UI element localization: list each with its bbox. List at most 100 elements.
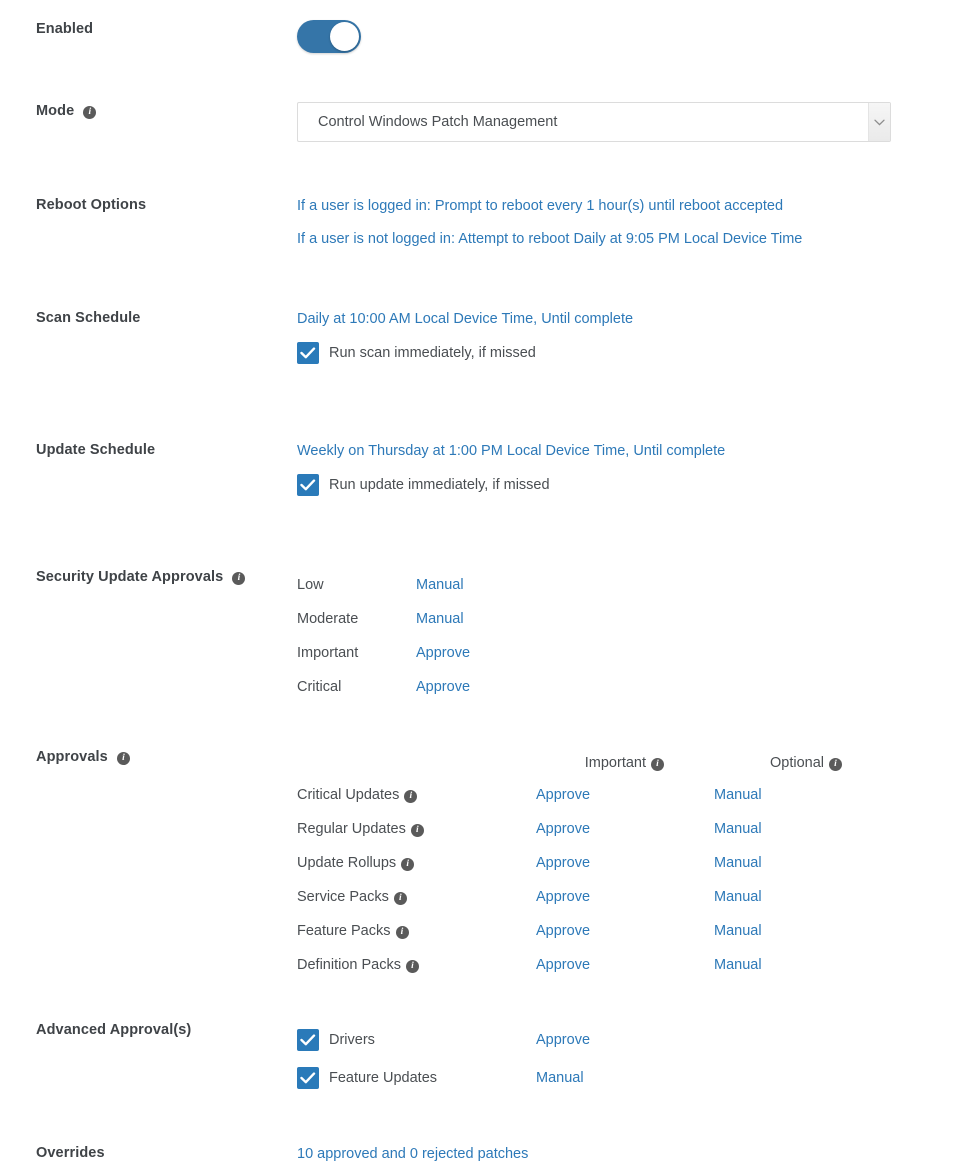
approval-type-name: Feature Packs i: [297, 923, 536, 939]
value-update-schedule: Weekly on Thursday at 1:00 PM Local Devi…: [297, 441, 967, 496]
scan-run-immediately-checkbox[interactable]: [297, 342, 319, 364]
info-icon[interactable]: i: [404, 790, 418, 803]
value-scan-schedule: Daily at 10:00 AM Local Device Time, Unt…: [297, 309, 967, 364]
info-icon[interactable]: i: [829, 758, 842, 771]
approval-important-cell: Approve: [536, 819, 714, 839]
severity-row: Critical Approve: [297, 670, 967, 704]
approval-type-label: Update Rollups: [297, 855, 397, 871]
mode-select[interactable]: Control Windows Patch Management: [297, 102, 891, 142]
label-approvals-text: Approvals: [36, 749, 108, 765]
label-overrides: Overrides: [0, 1144, 297, 1163]
info-icon[interactable]: i: [651, 758, 664, 771]
approval-type-name: Regular Updates i: [297, 821, 536, 837]
label-scan-schedule-text: Scan Schedule: [36, 310, 141, 326]
approval-important-cell: Approve: [536, 921, 714, 941]
severity-action-link[interactable]: Approve: [416, 677, 470, 697]
approval-optional-link[interactable]: Manual: [714, 955, 762, 975]
approval-optional-link[interactable]: Manual: [714, 921, 762, 941]
label-security-update-approvals: Security Update Approvals i: [0, 568, 297, 587]
approval-optional-link[interactable]: Manual: [714, 853, 762, 873]
enabled-toggle[interactable]: [297, 20, 361, 53]
column-header-optional-text: Optional: [769, 755, 824, 771]
advanced-approval-row: Feature Updates Manual: [297, 1059, 967, 1097]
label-update-schedule: Update Schedule: [0, 441, 297, 460]
approval-optional-cell: Manual: [714, 853, 864, 873]
field-row-advanced-approvals: Advanced Approval(s) Drivers Approve Fea…: [0, 1021, 967, 1097]
drivers-checkbox[interactable]: [297, 1029, 319, 1051]
approval-optional-link[interactable]: Manual: [714, 887, 762, 907]
reboot-not-logged-in-link[interactable]: If a user is not logged in: Attempt to r…: [297, 229, 802, 249]
severity-row: Moderate Manual: [297, 602, 967, 636]
label-mode: Mode i: [0, 102, 297, 121]
info-icon[interactable]: i: [401, 858, 415, 871]
feature-updates-label: Feature Updates: [329, 1070, 438, 1086]
approvals-table-row: Definition Packs i Approve Manual: [297, 948, 967, 982]
label-approvals: Approvals i: [0, 748, 297, 767]
label-reboot-options-text: Reboot Options: [36, 197, 147, 213]
severity-action-link[interactable]: Manual: [416, 609, 464, 629]
chevron-down-icon[interactable]: [868, 103, 890, 141]
overrides-summary-link[interactable]: 10 approved and 0 rejected patches: [297, 1144, 528, 1164]
approval-optional-cell: Manual: [714, 785, 864, 805]
label-overrides-text: Overrides: [36, 1145, 105, 1161]
field-row-update-schedule: Update Schedule Weekly on Thursday at 1:…: [0, 441, 967, 496]
approval-type-label: Critical Updates: [297, 787, 400, 803]
approval-important-link[interactable]: Approve: [536, 921, 590, 941]
toggle-knob: [330, 22, 359, 51]
label-enabled-text: Enabled: [36, 21, 94, 37]
label-advanced-approvals: Advanced Approval(s): [0, 1021, 297, 1040]
field-row-mode: Mode i Control Windows Patch Management: [0, 102, 967, 142]
reboot-logged-in-link[interactable]: If a user is logged in: Prompt to reboot…: [297, 196, 783, 216]
approval-type-label: Feature Packs: [297, 923, 391, 939]
approvals-table-header: Important i Optional i: [297, 748, 967, 778]
value-approvals: Important i Optional i Critical Updates i A…: [297, 748, 967, 982]
severity-action-link[interactable]: Manual: [416, 575, 464, 595]
drivers-action-link[interactable]: Approve: [536, 1030, 590, 1050]
approval-important-cell: Approve: [536, 785, 714, 805]
severity-name: Low: [297, 577, 324, 593]
info-icon[interactable]: i: [410, 824, 424, 837]
info-icon[interactable]: i: [116, 752, 130, 765]
approval-important-link[interactable]: Approve: [536, 785, 590, 805]
label-mode-text: Mode: [36, 103, 75, 119]
approval-optional-cell: Manual: [714, 955, 864, 975]
approval-type-name: Update Rollups i: [297, 855, 536, 871]
approval-optional-cell: Manual: [714, 921, 864, 941]
field-row-reboot-options: Reboot Options If a user is logged in: P…: [0, 196, 967, 249]
info-icon[interactable]: i: [83, 106, 97, 119]
approval-type-label: Definition Packs: [297, 957, 401, 973]
label-security-update-approvals-text: Security Update Approvals: [36, 569, 224, 585]
approval-important-link[interactable]: Approve: [536, 819, 590, 839]
update-run-immediately-checkbox[interactable]: [297, 474, 319, 496]
update-schedule-link[interactable]: Weekly on Thursday at 1:00 PM Local Devi…: [297, 441, 725, 461]
severity-row: Important Approve: [297, 636, 967, 670]
approval-important-cell: Approve: [536, 853, 714, 873]
info-icon[interactable]: i: [405, 960, 419, 973]
value-reboot-options: If a user is logged in: Prompt to reboot…: [297, 196, 967, 249]
approval-optional-link[interactable]: Manual: [714, 819, 762, 839]
approval-type-name: Critical Updates i: [297, 787, 536, 803]
approvals-table-row: Regular Updates i Approve Manual: [297, 812, 967, 846]
scan-schedule-link[interactable]: Daily at 10:00 AM Local Device Time, Unt…: [297, 309, 633, 329]
severity-name: Critical: [297, 679, 342, 695]
label-update-schedule-text: Update Schedule: [36, 442, 156, 458]
info-icon[interactable]: i: [395, 926, 409, 939]
field-row-security-update-approvals: Security Update Approvals i Low Manual M…: [0, 568, 967, 704]
approval-important-cell: Approve: [536, 955, 714, 975]
mode-select-value: Control Windows Patch Management: [318, 114, 558, 130]
approvals-table-row: Feature Packs i Approve Manual: [297, 914, 967, 948]
info-icon[interactable]: i: [393, 892, 407, 905]
approval-important-link[interactable]: Approve: [536, 887, 590, 907]
approval-optional-cell: Manual: [714, 887, 864, 907]
approval-important-cell: Approve: [536, 887, 714, 907]
approval-type-label: Regular Updates: [297, 821, 406, 837]
info-icon[interactable]: i: [232, 572, 246, 585]
approval-important-link[interactable]: Approve: [536, 853, 590, 873]
approval-optional-cell: Manual: [714, 819, 864, 839]
feature-updates-action-link[interactable]: Manual: [536, 1068, 584, 1088]
approval-type-name: Service Packs i: [297, 889, 536, 905]
severity-action-link[interactable]: Approve: [416, 643, 470, 663]
approval-optional-link[interactable]: Manual: [714, 785, 762, 805]
feature-updates-checkbox[interactable]: [297, 1067, 319, 1089]
approval-important-link[interactable]: Approve: [536, 955, 590, 975]
